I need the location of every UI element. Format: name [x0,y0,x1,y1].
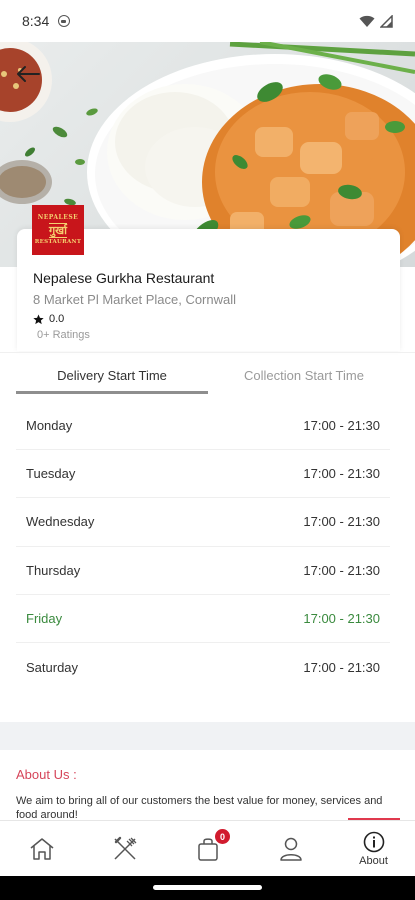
time-range: 17:00 - 21:30 [303,610,380,626]
cart-count-badge: 0 [215,829,230,844]
fork-knife-icon [113,836,136,860]
nav-about-label: About [359,854,388,867]
time-tabs: Delivery Start Time Collection Start Tim… [0,352,415,396]
time-range: 17:00 - 21:30 [303,466,380,482]
back-button[interactable] [12,58,44,90]
nav-profile[interactable] [249,821,332,876]
schedule-row-wednesday: Wednesday 17:00 - 21:30 [16,498,390,547]
logo-line-2: गुर्खा [48,222,68,238]
logo-line-1: NEPALESE [37,213,79,221]
time-range: 17:00 - 21:30 [303,562,380,578]
status-bar: 8:34 [0,0,415,42]
schedule-row-friday: Friday 17:00 - 21:30 [16,595,390,643]
restaurant-info-card: NEPALESE गुर्खा RESTAURANT Nepalese Gurk… [17,205,400,351]
nav-about[interactable]: About [332,821,415,876]
bottom-nav: 0 About [0,820,415,876]
status-indicators [359,14,393,28]
notification-icon [58,15,71,27]
schedule-row-tuesday: Tuesday 17:00 - 21:30 [16,450,390,499]
schedule-row-monday: Monday 17:00 - 21:30 [16,402,390,451]
day-label: Thursday [26,562,81,578]
nav-home[interactable] [0,821,83,876]
tab-collection-start-time[interactable]: Collection Start Time [208,353,400,397]
day-label: Saturday [26,659,79,675]
info-icon [363,831,384,852]
ratings-count: 0+ Ratings [37,329,90,341]
rating-row: 0.0 [33,313,64,325]
restaurant-logo: NEPALESE गुर्खा RESTAURANT [32,205,84,255]
rating-value: 0.0 [49,313,65,325]
time-range: 17:00 - 21:30 [303,659,380,675]
active-tab-indicator [16,391,208,394]
user-icon [279,837,302,861]
day-label: Friday [26,610,63,626]
time-range: 17:00 - 21:30 [303,418,380,434]
arrow-left-icon [17,66,40,82]
signal-icon [380,14,393,28]
nav-cart[interactable]: 0 [166,821,249,876]
section-divider [0,722,415,750]
status-time: 8:34 [22,13,50,29]
schedule-row-thursday: Thursday 17:00 - 21:30 [16,547,390,595]
home-icon [30,837,53,860]
day-label: Wednesday [26,514,95,530]
about-title: About Us : [16,767,77,782]
day-label: Monday [26,418,73,434]
system-gesture-area [0,876,415,900]
wifi-icon [359,15,375,27]
home-gesture-pill[interactable] [153,885,262,890]
about-section: About Us : We aim to bring all of our cu… [0,750,415,820]
opening-hours-list: Monday 17:00 - 21:30 Tuesday 17:00 - 21:… [16,402,390,691]
logo-line-3: RESTAURANT [34,238,82,245]
nav-menu[interactable] [83,821,166,876]
day-label: Tuesday [26,466,76,482]
schedule-row-saturday: Saturday 17:00 - 21:30 [16,643,390,691]
time-range: 17:00 - 21:30 [303,514,380,530]
star-icon [33,313,44,324]
restaurant-name: Nepalese Gurkha Restaurant [33,270,215,286]
about-text: We aim to bring all of our customers the… [16,795,383,820]
restaurant-address: 8 Market Pl Market Place, Cornwall [33,292,237,307]
